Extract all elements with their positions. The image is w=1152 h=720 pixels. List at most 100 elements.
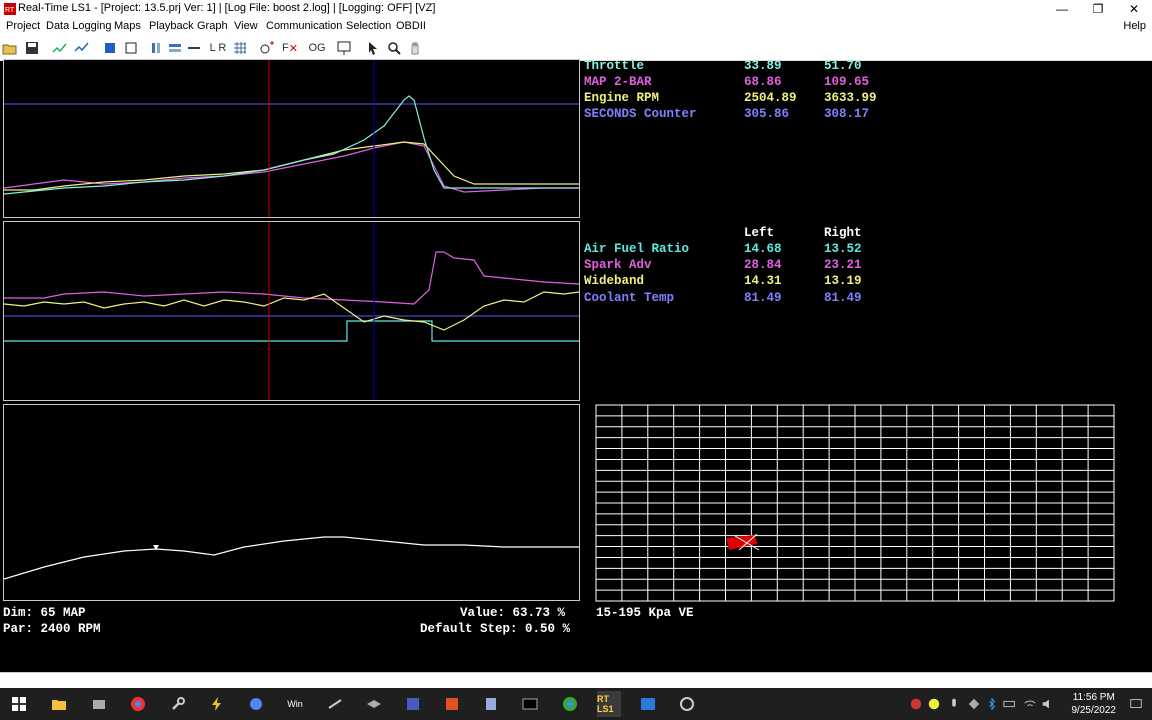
table-line-panel[interactable] — [3, 404, 580, 601]
readout-wideband-b: 13.19 — [824, 274, 862, 288]
readout-seconds-b: 308.17 — [824, 107, 870, 121]
app-s-icon[interactable] — [442, 694, 462, 714]
gauge-icon[interactable] — [677, 694, 697, 714]
og-button[interactable]: OG — [307, 39, 327, 57]
link-icon[interactable] — [185, 39, 203, 57]
terminal-icon[interactable] — [520, 694, 540, 714]
menu-communication[interactable]: Communication — [266, 20, 342, 32]
readout-map-name: MAP 2-BAR — [584, 75, 652, 89]
menu-selection[interactable]: Selection — [346, 20, 391, 32]
lightning-icon[interactable] — [207, 694, 227, 714]
bluetooth-icon[interactable] — [982, 694, 1002, 714]
battery-icon[interactable] — [1000, 694, 1020, 714]
graph-panel-top[interactable] — [3, 59, 580, 218]
file-explorer-icon[interactable] — [49, 694, 69, 714]
menu-obdii[interactable]: OBDII — [396, 20, 426, 32]
display-icon[interactable] — [335, 39, 353, 57]
menu-maps[interactable]: Maps — [114, 20, 141, 32]
filled-square-icon[interactable] — [101, 39, 119, 57]
graph-edit-icon[interactable] — [51, 39, 69, 57]
ve-table-grid[interactable] — [595, 404, 1115, 602]
chip-icon[interactable] — [364, 694, 384, 714]
readout-coolant-a: 81.49 — [744, 291, 782, 305]
fx-button[interactable]: F ✕ — [280, 39, 300, 57]
close-button[interactable]: ✕ — [1116, 0, 1152, 18]
readout-seconds-a: 305.86 — [744, 107, 790, 121]
readout-map-b: 109.65 — [824, 75, 870, 89]
table-line-svg — [3, 536, 579, 580]
readout-throttle-a: 33.89 — [744, 59, 782, 73]
photos-icon[interactable] — [638, 694, 658, 714]
notes-icon[interactable] — [481, 694, 501, 714]
wifi-icon[interactable] — [1020, 694, 1040, 714]
readout-spark-b: 23.21 — [824, 258, 862, 272]
readout-throttle-b: 51.70 — [824, 59, 862, 73]
fx-label: F — [282, 42, 289, 54]
maximize-button[interactable]: ❐ — [1080, 0, 1116, 18]
menu-graph[interactable]: Graph — [197, 20, 228, 32]
chrome-icon[interactable] — [128, 694, 148, 714]
split-vertical-icon[interactable] — [149, 39, 167, 57]
status-par: Par: 2400 RPM — [3, 622, 101, 636]
menu-view[interactable]: View — [234, 20, 258, 32]
app-drive-icon[interactable] — [89, 694, 109, 714]
tools-icon[interactable] — [246, 694, 266, 714]
readout-rpm-name: Engine RPM — [584, 91, 660, 105]
window-title: Real-Time LS1 - [Project: 13.5.prj Ver: … — [18, 2, 436, 14]
main-area: Throttle 33.89 51.70 MAP 2-BAR 68.86 109… — [0, 59, 1152, 673]
system-tray: 11:56 PM 9/25/2022 — [902, 688, 1152, 720]
win-app-button[interactable]: Win — [285, 694, 305, 714]
app-icon: RT — [4, 3, 16, 15]
start-button-icon[interactable] — [9, 694, 29, 714]
menu-data-logging[interactable]: Data Logging — [46, 20, 111, 32]
save-icon[interactable] — [23, 39, 41, 57]
readout-seconds-name: SECONDS Counter — [584, 107, 697, 121]
lr-button[interactable]: L R — [208, 39, 228, 57]
volume-icon[interactable] — [1038, 694, 1058, 714]
hand-icon[interactable] — [406, 39, 424, 57]
graph-middle-svg — [3, 222, 580, 400]
readout-afr-a: 14.68 — [744, 242, 782, 256]
open-folder-icon[interactable] — [1, 39, 19, 57]
notifications-icon[interactable] — [1126, 694, 1146, 714]
grid-icon[interactable] — [231, 39, 249, 57]
microphone-icon[interactable] — [944, 694, 964, 714]
clock-time: 11:56 PM — [1072, 692, 1115, 703]
menu-bar: Project Data Logging Maps Playback Graph… — [0, 18, 1152, 35]
split-horizontal-icon[interactable] — [166, 39, 184, 57]
pointer-icon[interactable] — [364, 39, 382, 57]
chrome-secondary-icon[interactable] — [560, 694, 580, 714]
readout-map-a: 68.86 — [744, 75, 782, 89]
diamond-icon[interactable] — [964, 694, 984, 714]
zero-marker-icon[interactable] — [258, 39, 276, 57]
menu-help[interactable]: Help — [1123, 20, 1146, 32]
menu-project[interactable]: Project — [6, 20, 40, 32]
readout-afr-b: 13.52 — [824, 242, 862, 256]
graph-refresh-icon[interactable] — [73, 39, 91, 57]
readout-coolant-b: 81.49 — [824, 291, 862, 305]
graph-top-svg — [3, 60, 579, 217]
readout-rpm-a: 2504.89 — [744, 91, 797, 105]
svg-text:RT: RT — [5, 7, 15, 14]
status-default-step: Default Step: 0.50 % — [420, 622, 571, 636]
title-bar: RT Real-Time LS1 - [Project: 13.5.prj Ve… — [0, 0, 1152, 18]
zoom-icon[interactable] — [385, 39, 403, 57]
fx-x-icon: ✕ — [288, 42, 298, 55]
readout-spark-name: Spark Adv — [584, 258, 652, 272]
ve-grid-svg — [595, 404, 1115, 602]
tray-check-icon[interactable] — [924, 694, 944, 714]
tray-app-icon[interactable] — [906, 694, 926, 714]
cable-icon[interactable] — [325, 694, 345, 714]
graph-panel-middle[interactable] — [3, 221, 580, 401]
menu-playback[interactable]: Playback — [149, 20, 194, 32]
readout-throttle-name: Throttle — [584, 59, 645, 73]
clock[interactable]: 11:56 PM 9/25/2022 — [1072, 691, 1117, 717]
rtls1-taskbar-button[interactable]: RT LS1 — [597, 691, 621, 717]
monitor-app-icon[interactable] — [403, 694, 423, 714]
toolbar: L R F ✕ OG — [0, 35, 1152, 61]
wrench-icon[interactable] — [168, 694, 188, 714]
readout-coolant-name: Coolant Temp — [584, 291, 675, 305]
empty-square-icon[interactable] — [122, 39, 140, 57]
minimize-button[interactable]: — — [1044, 0, 1080, 18]
status-dim: Dim: 65 MAP — [3, 606, 86, 620]
